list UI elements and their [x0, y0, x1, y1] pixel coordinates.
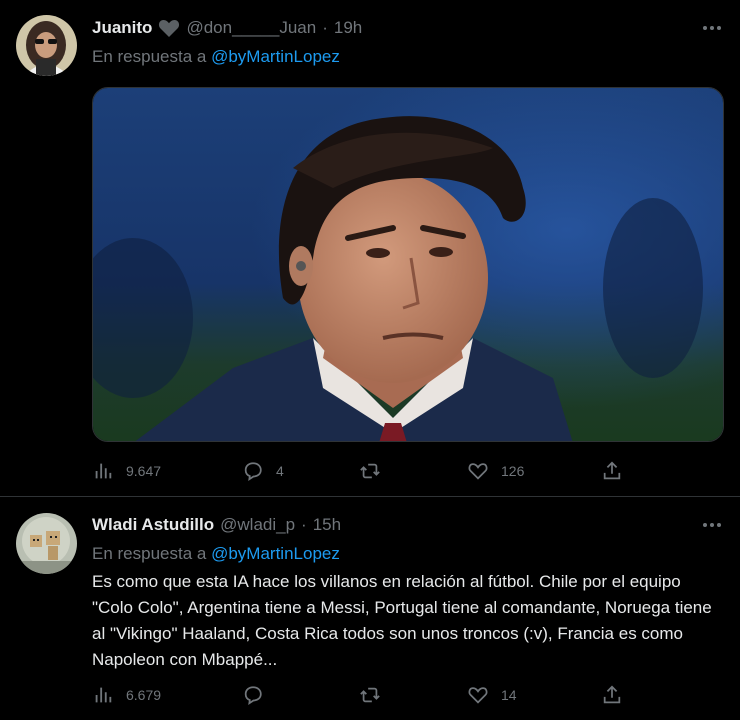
heart-outline-icon — [468, 463, 488, 480]
handle[interactable]: @wladi_p — [220, 514, 295, 536]
retweet-icon — [360, 463, 380, 479]
more-options-icon[interactable] — [700, 18, 724, 38]
heart-icon — [158, 18, 180, 38]
reply-context: En respuesta a @byMartinLopez — [92, 543, 340, 565]
tweet-actions: 9.647 4 126 — [92, 459, 632, 483]
like-button[interactable]: 126 — [467, 459, 524, 483]
separator: · — [322, 18, 328, 37]
like-count: 14 — [501, 687, 517, 703]
share-icon — [603, 461, 621, 480]
reply-prefix: En respuesta a — [92, 47, 207, 66]
reply-icon — [244, 462, 262, 482]
avatar[interactable] — [16, 15, 77, 76]
tweet-photo[interactable] — [92, 87, 724, 442]
reply-context: En respuesta a @byMartinLopez — [92, 46, 340, 68]
display-name[interactable]: Wladi Astudillo — [92, 514, 214, 536]
reply-mention-link[interactable]: @byMartinLopez — [211, 544, 340, 563]
views-button[interactable]: 6.679 — [92, 683, 161, 707]
like-button[interactable]: 14 — [467, 683, 517, 707]
tweet-header: Wladi Astudillo @wladi_p · 15h — [92, 514, 341, 536]
tweet[interactable]: Wladi Astudillo @wladi_p · 15h En respue… — [0, 497, 740, 720]
tweet-actions: 6.679 14 — [92, 683, 632, 707]
views-icon — [95, 687, 112, 703]
share-button[interactable] — [601, 459, 623, 483]
views-button[interactable]: 9.647 — [92, 459, 161, 483]
like-count: 126 — [501, 463, 525, 479]
heart-outline-icon — [468, 687, 488, 704]
reply-prefix: En respuesta a — [92, 544, 207, 563]
reply-icon — [244, 686, 262, 706]
handle[interactable]: @don_____Juan — [186, 17, 316, 39]
separator: · — [301, 515, 307, 534]
views-icon — [95, 463, 112, 479]
more-options-icon[interactable] — [700, 515, 724, 535]
display-name[interactable]: Juanito — [92, 17, 152, 39]
views-count: 9.647 — [126, 463, 162, 479]
timestamp[interactable]: 19h — [334, 17, 362, 39]
views-count: 6.679 — [126, 687, 162, 703]
share-button[interactable] — [601, 683, 623, 707]
tweet-text: Es como que esta IA hace los villanos en… — [92, 572, 712, 669]
reply-button[interactable] — [242, 683, 276, 707]
reply-mention-link[interactable]: @byMartinLopez — [211, 47, 340, 66]
timestamp[interactable]: 15h — [313, 514, 341, 536]
retweet-button[interactable] — [359, 459, 393, 483]
reply-count: 4 — [276, 463, 284, 479]
retweet-icon — [360, 687, 380, 703]
tweet-header: Juanito @don_____Juan · 19h — [92, 17, 362, 39]
reply-button[interactable]: 4 — [242, 459, 284, 483]
avatar[interactable] — [16, 513, 77, 574]
tweet[interactable]: Juanito @don_____Juan · 19h En respuesta… — [0, 0, 740, 497]
retweet-button[interactable] — [359, 683, 393, 707]
share-icon — [603, 685, 621, 704]
